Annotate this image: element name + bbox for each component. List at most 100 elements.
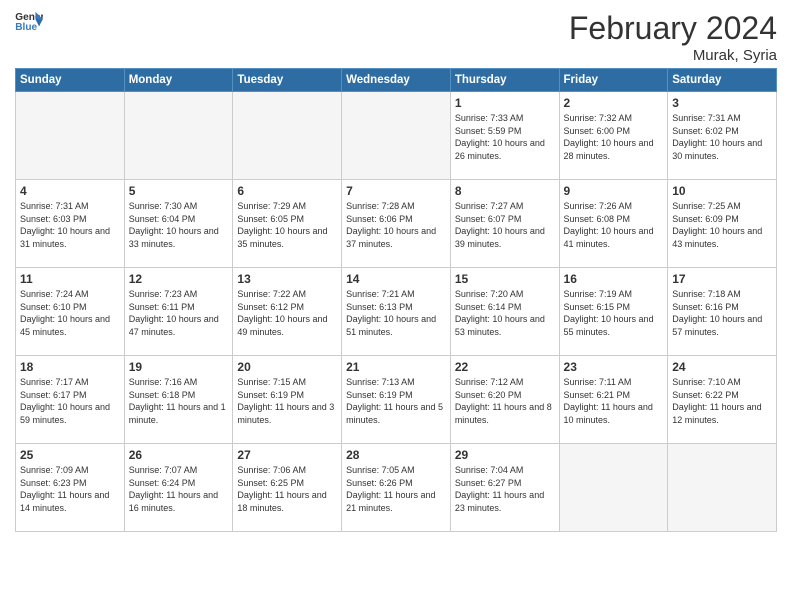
day-info: Sunrise: 7:07 AMSunset: 6:24 PMDaylight:…	[129, 464, 229, 514]
calendar-cell: 29 Sunrise: 7:04 AMSunset: 6:27 PMDayligh…	[450, 444, 559, 532]
calendar-cell	[668, 444, 777, 532]
calendar-cell: 16 Sunrise: 7:19 AMSunset: 6:15 PMDayligh…	[559, 268, 668, 356]
logo: General Blue	[15, 10, 43, 32]
calendar-week-4: 18 Sunrise: 7:17 AMSunset: 6:17 PMDayligh…	[16, 356, 777, 444]
day-number: 29	[455, 448, 555, 462]
calendar-cell: 3 Sunrise: 7:31 AMSunset: 6:02 PMDaylight…	[668, 92, 777, 180]
calendar-cell	[559, 444, 668, 532]
calendar-cell: 4 Sunrise: 7:31 AMSunset: 6:03 PMDaylight…	[16, 180, 125, 268]
calendar-cell	[16, 92, 125, 180]
calendar-cell: 12Sunrise: 7:23 AMSunset: 6:11 PMDayligh…	[124, 268, 233, 356]
header-wednesday: Wednesday	[342, 69, 451, 92]
calendar-cell: 28 Sunrise: 7:05 AMSunset: 6:26 PMDayligh…	[342, 444, 451, 532]
day-info: Sunrise: 7:31 AMSunset: 6:02 PMDaylight:…	[672, 112, 772, 162]
day-number: 6	[237, 184, 337, 198]
day-info: Sunrise: 7:10 AMSunset: 6:22 PMDaylight:…	[672, 376, 772, 426]
calendar-header-row: Sunday Monday Tuesday Wednesday Thursday…	[16, 69, 777, 92]
day-info: Sunrise: 7:29 AMSunset: 6:05 PMDaylight:…	[237, 200, 337, 250]
svg-text:Blue: Blue	[15, 22, 37, 32]
calendar-cell: 11 Sunrise: 7:24 AMSunset: 6:10 PMDayligh…	[16, 268, 125, 356]
day-number: 23	[564, 360, 664, 374]
header-thursday: Thursday	[450, 69, 559, 92]
day-info: Sunrise: 7:33 AMSunset: 5:59 PMDaylight:…	[455, 112, 555, 162]
day-info: Sunrise: 7:22 AMSunset: 6:12 PMDaylight:…	[237, 288, 337, 338]
day-number: 13	[237, 272, 337, 286]
calendar-cell: 2 Sunrise: 7:32 AMSunset: 6:00 PMDaylight…	[559, 92, 668, 180]
calendar-cell: 19 Sunrise: 7:16 AMSunset: 6:18 PMDayligh…	[124, 356, 233, 444]
calendar-cell: 1 Sunrise: 7:33 AMSunset: 5:59 PMDaylight…	[450, 92, 559, 180]
day-info: Sunrise: 7:18 AMSunset: 6:16 PMDaylight:…	[672, 288, 772, 338]
title-block: February 2024 Murak, Syria	[569, 10, 777, 64]
calendar-cell: 18 Sunrise: 7:17 AMSunset: 6:17 PMDayligh…	[16, 356, 125, 444]
calendar-cell	[124, 92, 233, 180]
calendar-week-2: 4 Sunrise: 7:31 AMSunset: 6:03 PMDaylight…	[16, 180, 777, 268]
day-number: 20	[237, 360, 337, 374]
day-info: Sunrise: 7:20 AMSunset: 6:14 PMDaylight:…	[455, 288, 555, 338]
header-friday: Friday	[559, 69, 668, 92]
day-number: 1	[455, 96, 555, 110]
day-info: Sunrise: 7:21 AMSunset: 6:13 PMDaylight:…	[346, 288, 446, 338]
page-container: General Blue February 2024 Murak, Syria …	[0, 0, 792, 542]
calendar-cell: 24Sunrise: 7:10 AMSunset: 6:22 PMDayligh…	[668, 356, 777, 444]
day-info: Sunrise: 7:05 AMSunset: 6:26 PMDaylight:…	[346, 464, 446, 514]
day-info: Sunrise: 7:32 AMSunset: 6:00 PMDaylight:…	[564, 112, 664, 162]
day-info: Sunrise: 7:12 AMSunset: 6:20 PMDaylight:…	[455, 376, 555, 426]
calendar-cell	[233, 92, 342, 180]
day-number: 15	[455, 272, 555, 286]
month-title: February 2024	[569, 10, 777, 47]
calendar-cell: 22 Sunrise: 7:12 AMSunset: 6:20 PMDayligh…	[450, 356, 559, 444]
calendar-week-3: 11 Sunrise: 7:24 AMSunset: 6:10 PMDayligh…	[16, 268, 777, 356]
day-info: Sunrise: 7:26 AMSunset: 6:08 PMDaylight:…	[564, 200, 664, 250]
day-number: 2	[564, 96, 664, 110]
day-number: 4	[20, 184, 120, 198]
calendar-cell: 14 Sunrise: 7:21 AMSunset: 6:13 PMDayligh…	[342, 268, 451, 356]
calendar-cell: 26 Sunrise: 7:07 AMSunset: 6:24 PMDayligh…	[124, 444, 233, 532]
header: General Blue February 2024 Murak, Syria	[15, 10, 777, 64]
logo-icon: General Blue	[15, 10, 43, 32]
day-number: 10	[672, 184, 772, 198]
day-number: 19	[129, 360, 229, 374]
day-info: Sunrise: 7:04 AMSunset: 6:27 PMDaylight:…	[455, 464, 555, 514]
calendar-cell: 15 Sunrise: 7:20 AMSunset: 6:14 PMDayligh…	[450, 268, 559, 356]
day-info: Sunrise: 7:19 AMSunset: 6:15 PMDaylight:…	[564, 288, 664, 338]
day-number: 26	[129, 448, 229, 462]
day-info: Sunrise: 7:31 AMSunset: 6:03 PMDaylight:…	[20, 200, 120, 250]
day-number: 16	[564, 272, 664, 286]
calendar-cell: 5 Sunrise: 7:30 AMSunset: 6:04 PMDaylight…	[124, 180, 233, 268]
calendar-cell: 8Sunrise: 7:27 AMSunset: 6:07 PMDaylight…	[450, 180, 559, 268]
day-info: Sunrise: 7:15 AMSunset: 6:19 PMDaylight:…	[237, 376, 337, 426]
header-tuesday: Tuesday	[233, 69, 342, 92]
day-number: 3	[672, 96, 772, 110]
day-info: Sunrise: 7:09 AMSunset: 6:23 PMDaylight:…	[20, 464, 120, 514]
calendar-cell: 7Sunrise: 7:28 AMSunset: 6:06 PMDaylight…	[342, 180, 451, 268]
calendar-cell	[342, 92, 451, 180]
day-info: Sunrise: 7:16 AMSunset: 6:18 PMDaylight:…	[129, 376, 229, 426]
calendar-week-1: 1 Sunrise: 7:33 AMSunset: 5:59 PMDaylight…	[16, 92, 777, 180]
calendar-cell: 10Sunrise: 7:25 AMSunset: 6:09 PMDayligh…	[668, 180, 777, 268]
calendar-cell: 25Sunrise: 7:09 AMSunset: 6:23 PMDayligh…	[16, 444, 125, 532]
day-number: 12	[129, 272, 229, 286]
calendar-table: Sunday Monday Tuesday Wednesday Thursday…	[15, 68, 777, 532]
day-number: 17	[672, 272, 772, 286]
day-info: Sunrise: 7:17 AMSunset: 6:17 PMDaylight:…	[20, 376, 120, 426]
calendar-cell: 6 Sunrise: 7:29 AMSunset: 6:05 PMDaylight…	[233, 180, 342, 268]
header-monday: Monday	[124, 69, 233, 92]
calendar-cell: 21Sunrise: 7:13 AMSunset: 6:19 PMDayligh…	[342, 356, 451, 444]
calendar-cell: 27Sunrise: 7:06 AMSunset: 6:25 PMDayligh…	[233, 444, 342, 532]
day-number: 22	[455, 360, 555, 374]
day-number: 11	[20, 272, 120, 286]
day-info: Sunrise: 7:27 AMSunset: 6:07 PMDaylight:…	[455, 200, 555, 250]
calendar-cell: 9Sunrise: 7:26 AMSunset: 6:08 PMDaylight…	[559, 180, 668, 268]
day-number: 14	[346, 272, 446, 286]
day-number: 21	[346, 360, 446, 374]
location: Murak, Syria	[569, 47, 777, 64]
calendar-cell: 23Sunrise: 7:11 AMSunset: 6:21 PMDayligh…	[559, 356, 668, 444]
calendar-cell: 17 Sunrise: 7:18 AMSunset: 6:16 PMDayligh…	[668, 268, 777, 356]
day-number: 27	[237, 448, 337, 462]
day-number: 18	[20, 360, 120, 374]
day-info: Sunrise: 7:24 AMSunset: 6:10 PMDaylight:…	[20, 288, 120, 338]
calendar-cell: 20 Sunrise: 7:15 AMSunset: 6:19 PMDayligh…	[233, 356, 342, 444]
day-number: 28	[346, 448, 446, 462]
day-info: Sunrise: 7:30 AMSunset: 6:04 PMDaylight:…	[129, 200, 229, 250]
day-number: 5	[129, 184, 229, 198]
